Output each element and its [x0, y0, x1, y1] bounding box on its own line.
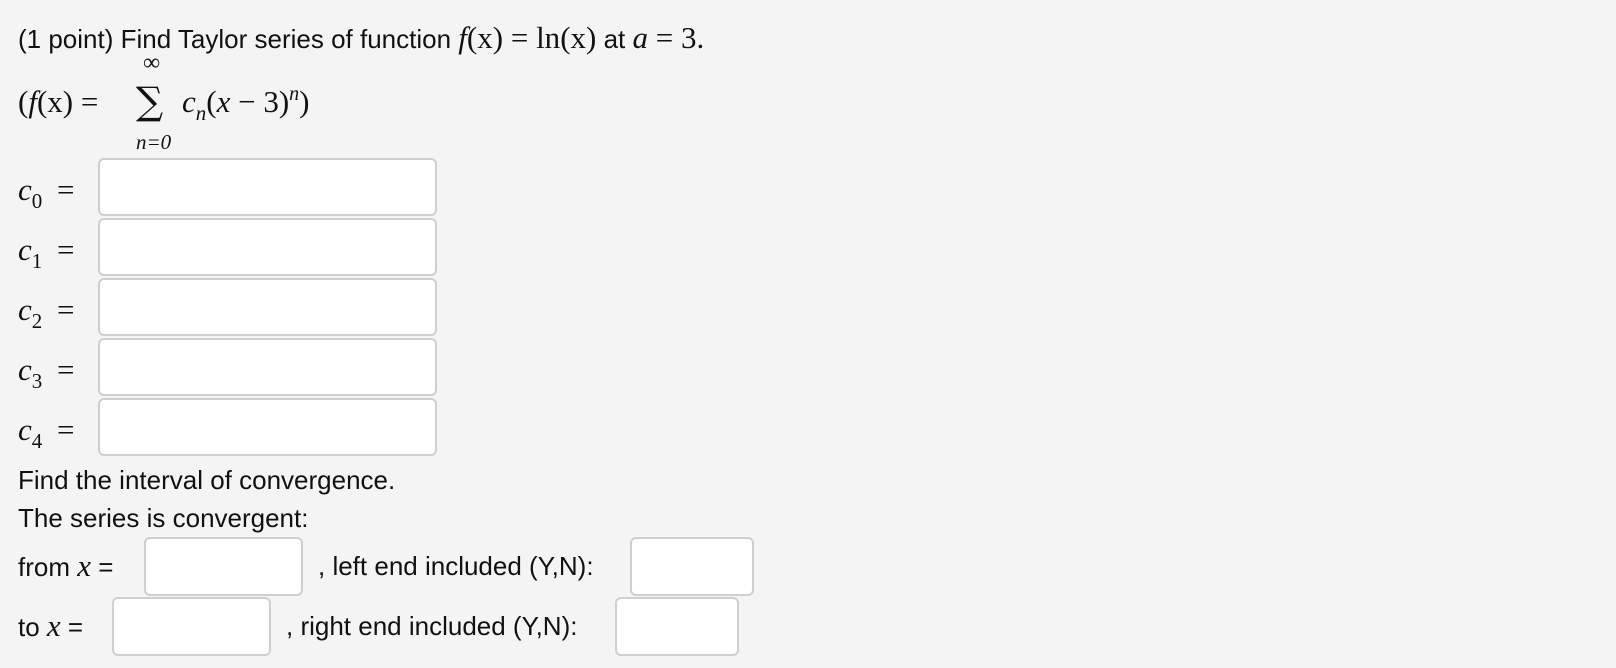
- series-f: f: [28, 84, 37, 119]
- coef-index: 3: [31, 369, 43, 393]
- coef-index: 2: [31, 309, 43, 333]
- interval-subheading: The series is convergent:: [18, 503, 309, 533]
- coef-input-c4[interactable]: [98, 398, 437, 456]
- function-arg: (x): [466, 20, 504, 55]
- center-a: a: [632, 20, 648, 55]
- coef-index: 1: [31, 249, 43, 273]
- coef-label-c2: c2: [18, 290, 43, 333]
- left-end-label: , left end included (Y,N):: [318, 551, 594, 581]
- series-x: x: [216, 84, 231, 119]
- series-equals: =: [73, 84, 99, 119]
- to-text: to: [18, 612, 47, 642]
- coef-letter: c: [18, 232, 32, 267]
- center-value: = 3.: [647, 20, 705, 55]
- sigma-upper-limit: ∞: [143, 50, 161, 76]
- to-var-x: x: [46, 608, 61, 643]
- coef-index: 4: [31, 429, 43, 453]
- sigma-lower-limit: n=0: [136, 130, 172, 154]
- coef-input-c0[interactable]: [98, 158, 437, 216]
- ln-arg: (x): [560, 20, 597, 55]
- coef-label-c1: c1: [18, 230, 43, 273]
- equals-sign: =: [503, 20, 537, 55]
- from-label: from x =: [18, 546, 113, 586]
- interval-heading: Find the interval of convergence.: [18, 465, 396, 495]
- coef-equals: =: [57, 232, 75, 267]
- coef-letter: c: [18, 292, 32, 327]
- problem-statement: (1 point) Find Taylor series of function…: [18, 18, 704, 58]
- series-rhs: cn(x − 3)n): [182, 82, 310, 125]
- coef-equals: =: [57, 412, 75, 447]
- coef-letter: c: [18, 172, 32, 207]
- coef-equals: =: [57, 352, 75, 387]
- at-text: at: [596, 24, 633, 54]
- left-end-input[interactable]: [630, 537, 754, 596]
- series-c-sub: n: [195, 101, 207, 125]
- from-equals: =: [91, 552, 114, 582]
- to-equals: =: [60, 612, 84, 642]
- series-lhs: (f(x) =: [18, 82, 98, 122]
- from-x-input[interactable]: [144, 537, 303, 596]
- series-term-open: (: [206, 84, 217, 119]
- coef-input-c1[interactable]: [98, 218, 437, 276]
- series-c: c: [182, 84, 196, 119]
- coef-label-c4: c4: [18, 410, 43, 453]
- right-end-label: , right end included (Y,N):: [286, 611, 578, 641]
- from-text: from: [18, 552, 78, 582]
- function-f: f: [458, 20, 467, 55]
- sigma-symbol: ∑: [136, 79, 164, 123]
- to-x-input[interactable]: [112, 597, 271, 656]
- right-end-input[interactable]: [615, 597, 739, 656]
- from-var-x: x: [77, 548, 91, 583]
- problem-prefix: (1 point) Find Taylor series of function: [18, 24, 459, 54]
- series-power: n: [289, 83, 300, 105]
- to-label: to x =: [18, 606, 83, 646]
- series-fx-arg: (x): [36, 84, 74, 119]
- coef-label-c0: c0: [18, 170, 43, 213]
- coef-letter: c: [18, 352, 32, 387]
- coef-label-c3: c3: [18, 350, 43, 393]
- coef-equals: =: [57, 292, 75, 327]
- coef-equals: =: [57, 172, 75, 207]
- coef-input-c3[interactable]: [98, 338, 437, 396]
- coef-letter: c: [18, 412, 32, 447]
- series-term-minus: − 3): [230, 84, 290, 119]
- series-close-paren: ): [299, 84, 310, 119]
- ln-text: ln: [536, 20, 561, 55]
- series-open-paren: (: [18, 84, 29, 119]
- coef-index: 0: [31, 189, 43, 213]
- coef-input-c2[interactable]: [98, 278, 437, 336]
